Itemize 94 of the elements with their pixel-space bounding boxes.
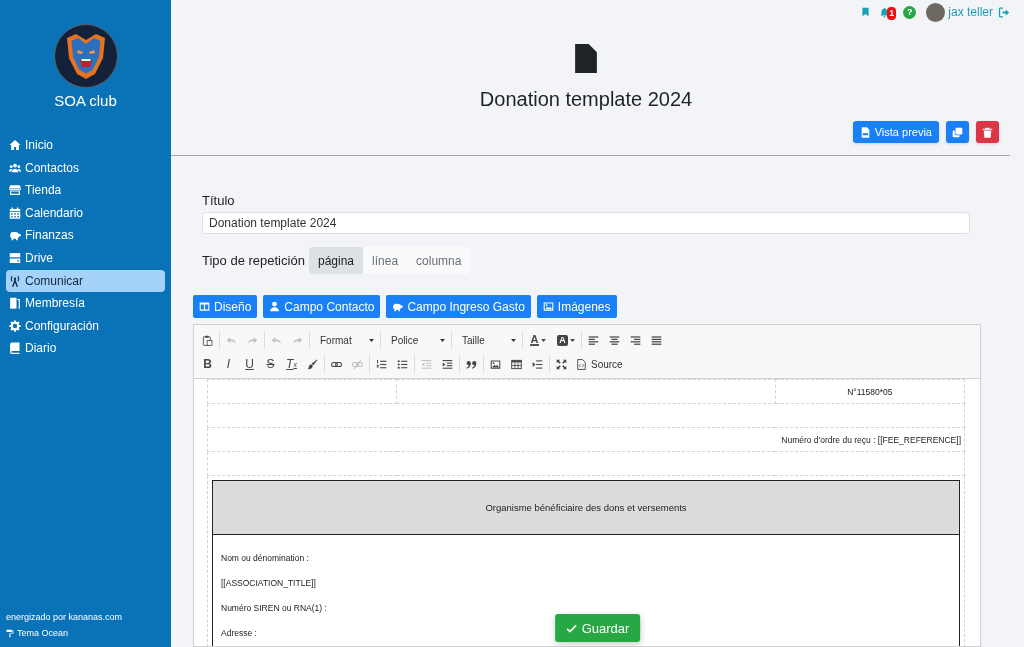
- show-blocks-icon: [532, 358, 543, 370]
- preview-button[interactable]: Vista previa: [852, 121, 939, 143]
- user-menu-link[interactable]: jax teller: [948, 5, 993, 19]
- underline-button[interactable]: U: [239, 353, 260, 375]
- sidebar-item[interactable]: Contactos: [6, 156, 165, 179]
- repeat-type-label: Tipo de repetición: [202, 253, 306, 268]
- sidebar-item[interactable]: Membresía: [6, 292, 165, 315]
- calendar-icon: [9, 206, 21, 219]
- users-icon: [9, 161, 21, 174]
- bear-logo-icon[interactable]: [53, 24, 118, 88]
- document-line: Numéro SIREN ou RNA(1) :: [221, 602, 327, 615]
- table-icon: [511, 358, 522, 370]
- background-color-button[interactable]: A: [552, 329, 580, 351]
- document-line: [[ASSOCIATION_TITLE]]: [221, 577, 316, 590]
- piggy-bank-icon: [9, 229, 21, 242]
- save-button[interactable]: Guardar: [554, 614, 641, 642]
- align-left-icon: [588, 334, 599, 346]
- align-right-icon: [630, 334, 641, 346]
- help-button[interactable]: ?: [903, 5, 917, 19]
- book-icon: [9, 342, 21, 355]
- title-label: Título: [202, 194, 235, 208]
- section-heading: Organisme bénéficiaire des dons et versements: [213, 481, 959, 535]
- caret-icon: [569, 338, 575, 342]
- justify-icon: [651, 334, 662, 346]
- italic-button[interactable]: I: [218, 353, 239, 375]
- caret-icon: [440, 338, 445, 342]
- design-button[interactable]: Diseño: [193, 295, 258, 318]
- sidebar-item[interactable]: Inicio: [6, 134, 165, 156]
- delete-button[interactable]: [976, 121, 999, 143]
- caret-icon: [511, 338, 516, 342]
- page-title: Donation template 2024: [479, 87, 693, 111]
- avatar-placeholder[interactable]: [926, 2, 946, 22]
- document-line: Adresse :: [221, 627, 257, 640]
- toolbar-dropdown[interactable]: Police: [382, 329, 450, 351]
- source-button[interactable]: Source: [572, 353, 627, 375]
- repeat-option-tab[interactable]: columna: [407, 247, 471, 274]
- images-button[interactable]: Imágenes: [536, 295, 617, 318]
- bulleted-list-icon: [397, 358, 408, 370]
- maximize-icon: [556, 358, 567, 370]
- notification-badge: 1: [887, 6, 897, 20]
- table-cell: Numéro d'ordre du reçu : [[FEE_REFERENCE]]: [207, 427, 965, 452]
- table-cell: N°11580*05: [775, 379, 965, 404]
- clipboard-icon: [202, 334, 213, 346]
- document-line: Nom ou dénomination :: [221, 552, 309, 565]
- image-icon: [490, 358, 501, 370]
- sidebar-item[interactable]: Comunicar: [6, 269, 165, 292]
- club-name: SOA club: [53, 92, 118, 110]
- strikethrough-button[interactable]: S: [260, 353, 281, 375]
- title-input[interactable]: Donation template 2024: [202, 212, 970, 234]
- bold-button[interactable]: B: [197, 353, 218, 375]
- bookmark-icon[interactable]: [861, 6, 871, 18]
- theme-link[interactable]: Tema Ocean: [6, 625, 165, 641]
- powered-by-text: energizado por kananas.com: [6, 611, 124, 624]
- contact-field-button[interactable]: Campo Contacto: [263, 295, 381, 318]
- hard-drive-icon: [9, 251, 21, 264]
- antenna-icon: [9, 274, 21, 287]
- sidebar-item[interactable]: Calendario: [6, 201, 165, 224]
- piggy-bank-icon: [392, 301, 404, 312]
- home-icon: [9, 139, 21, 151]
- sidebar-item[interactable]: Tienda: [6, 179, 165, 202]
- code-file-icon: [576, 358, 587, 370]
- toolbar-dropdown[interactable]: Format: [311, 329, 379, 351]
- indent-icon: [442, 358, 453, 370]
- sidebar-item[interactable]: Diario: [6, 337, 165, 360]
- caret-icon: [541, 338, 547, 342]
- duplicate-button[interactable]: [946, 121, 969, 143]
- door-icon: [9, 297, 21, 310]
- toolbar-dropdown[interactable]: Taille: [453, 329, 521, 351]
- finance-field-button[interactable]: Campo Ingreso Gasto: [386, 295, 531, 318]
- numbered-list-icon: [376, 358, 387, 370]
- align-center-icon: [609, 334, 620, 346]
- check-icon: [565, 622, 577, 634]
- settings-icon: [9, 319, 21, 332]
- caret-icon: [369, 338, 374, 342]
- brush-icon: [307, 358, 318, 370]
- paint-roller-icon: [6, 628, 14, 638]
- person-icon: [269, 301, 281, 312]
- columns-icon: [199, 301, 210, 312]
- sidebar-item[interactable]: Configuración: [6, 314, 165, 337]
- unlink-icon: [352, 358, 363, 370]
- quote-icon: [466, 358, 477, 370]
- store-icon: [9, 184, 21, 197]
- repeat-option-tab[interactable]: línea: [363, 247, 408, 274]
- text-color-button[interactable]: A: [524, 329, 552, 351]
- copy-icon: [952, 126, 963, 138]
- trash-icon: [982, 126, 993, 138]
- file-icon: [575, 44, 597, 73]
- logout-icon[interactable]: [998, 6, 1010, 18]
- sidebar-item[interactable]: Finanzas: [6, 224, 165, 247]
- image-icon: [542, 301, 554, 312]
- sidebar-item[interactable]: Drive: [6, 246, 165, 269]
- outdent-icon: [421, 358, 432, 370]
- file-icon: [859, 126, 871, 138]
- repeat-option-tab[interactable]: página: [309, 247, 364, 274]
